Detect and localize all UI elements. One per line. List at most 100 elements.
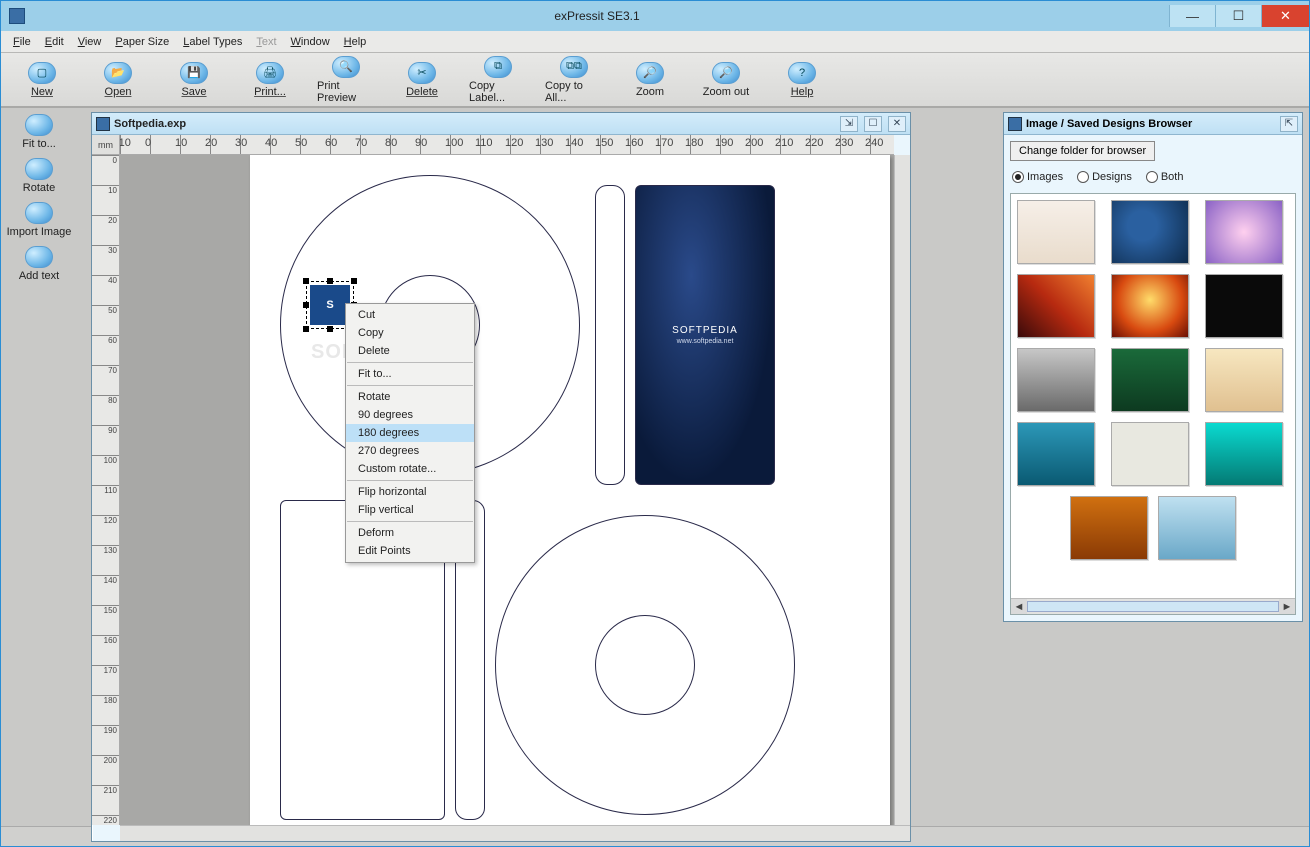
rotate-button[interactable]: Rotate [23,158,55,194]
fit-to-button[interactable]: Fit to... [22,114,56,150]
resize-handle[interactable] [327,326,333,332]
doc-vertical-scrollbar[interactable] [894,155,910,825]
menubar: File Edit View Paper Size Label Types Te… [1,31,1309,53]
copy-to-all-button[interactable]: ⧉⧉Copy to All... [545,56,603,104]
doc-minimize-button[interactable]: ⇲ [840,116,858,132]
radio-images[interactable]: Images [1012,171,1063,183]
ctx-delete[interactable]: Delete [346,342,474,360]
new-button[interactable]: ▢New [13,62,71,98]
gallery-thumb[interactable] [1070,496,1148,560]
minimize-button[interactable] [1169,5,1215,27]
resize-handle[interactable] [351,278,357,284]
change-folder-button[interactable]: Change folder for browser [1010,141,1155,161]
open-button[interactable]: 📂Open [89,62,147,98]
selected-image[interactable]: S [310,285,350,325]
gallery-thumb[interactable] [1017,348,1095,412]
delete-button[interactable]: ✂Delete [393,62,451,98]
radio-icon [1077,171,1089,183]
radio-designs[interactable]: Designs [1077,171,1132,183]
menu-paper-size[interactable]: Paper Size [109,34,175,50]
window-controls [1169,5,1309,27]
add-text-button[interactable]: Add text [19,246,59,282]
doc-close-button[interactable]: ✕ [888,116,906,132]
ctx-rotate-90[interactable]: 90 degrees [346,406,474,424]
jewel-case-inlay[interactable]: SOFTPEDIA www.softpedia.net [635,185,775,485]
ctx-edit-points[interactable]: Edit Points [346,542,474,560]
document-titlebar[interactable]: Softpedia.exp ⇲ ☐ ✕ [92,113,910,135]
gallery-thumb[interactable] [1111,422,1189,486]
menu-edit[interactable]: Edit [39,34,70,50]
gallery-thumb[interactable] [1111,200,1189,264]
menu-label-types[interactable]: Label Types [177,34,248,50]
gallery-thumb[interactable] [1111,274,1189,338]
gallery-thumb[interactable] [1205,348,1283,412]
zoom-button[interactable]: 🔎Zoom [621,62,679,98]
canvas-area[interactable]: SOFTPEDIA SOFTPEDIA www.softpedia.net [120,155,894,825]
doc-maximize-button[interactable]: ☐ [864,116,882,132]
ctx-flip-horizontal[interactable]: Flip horizontal [346,483,474,501]
gallery-thumb[interactable] [1158,496,1236,560]
gallery-thumb[interactable] [1205,274,1283,338]
help-button[interactable]: ?Help [773,62,831,98]
scroll-thumb[interactable] [1027,601,1279,612]
resize-handle[interactable] [327,278,333,284]
gallery-thumb[interactable] [1017,200,1095,264]
resize-handle[interactable] [303,278,309,284]
copy-label-button[interactable]: ⧉Copy Label... [469,56,527,104]
save-button[interactable]: 💾Save [165,62,223,98]
zoom-out-icon: 🔎 [712,62,740,84]
zoom-out-button[interactable]: 🔎Zoom out [697,62,755,98]
gallery-thumb[interactable] [1017,274,1095,338]
menu-text: Text [250,34,282,50]
spine-label-1[interactable] [595,185,625,485]
resize-handle[interactable] [303,302,309,308]
titlebar: exPressit SE3.1 [1,1,1309,31]
workspace: Fit to... Rotate Import Image Add text S… [1,108,1309,826]
gallery-thumb[interactable] [1205,422,1283,486]
menu-window[interactable]: Window [285,34,336,50]
gallery-thumb[interactable] [1111,348,1189,412]
save-icon: 💾 [180,62,208,84]
close-button[interactable] [1261,5,1309,27]
menu-file[interactable]: File [7,34,37,50]
open-icon: 📂 [104,62,132,84]
separator [347,480,473,481]
ctx-copy[interactable]: Copy [346,324,474,342]
left-toolbar: Fit to... Rotate Import Image Add text [1,108,77,826]
new-icon: ▢ [28,62,56,84]
scroll-left-icon[interactable]: ◄ [1011,599,1027,615]
ctx-rotate-270[interactable]: 270 degrees [346,442,474,460]
browser-titlebar[interactable]: Image / Saved Designs Browser ⇱ [1004,113,1302,135]
print-button[interactable]: 🖨Print... [241,62,299,98]
gallery-thumb[interactable] [1017,422,1095,486]
document-window: Softpedia.exp ⇲ ☐ ✕ mm -1001020304050607… [91,112,911,842]
ctx-flip-vertical[interactable]: Flip vertical [346,501,474,519]
print-preview-button[interactable]: 🔍Print Preview [317,56,375,104]
resize-handle[interactable] [303,326,309,332]
import-icon [25,202,53,224]
menu-view[interactable]: View [72,34,108,50]
ctx-rotate[interactable]: Rotate [346,388,474,406]
ctx-fit-to[interactable]: Fit to... [346,365,474,383]
gallery-thumb[interactable] [1205,200,1283,264]
doc-horizontal-scrollbar[interactable] [120,825,910,841]
copy-all-icon: ⧉⧉ [560,56,588,78]
browser-maximize-button[interactable]: ⇱ [1280,116,1298,132]
ctx-deform[interactable]: Deform [346,524,474,542]
import-image-button[interactable]: Import Image [7,202,72,238]
scroll-right-icon[interactable]: ► [1279,599,1295,615]
preview-icon: 🔍 [332,56,360,78]
radio-both[interactable]: Both [1146,171,1184,183]
ctx-custom-rotate[interactable]: Custom rotate... [346,460,474,478]
menu-help[interactable]: Help [338,34,373,50]
document-title: Softpedia.exp [114,118,834,130]
maximize-button[interactable] [1215,5,1261,27]
help-icon: ? [788,62,816,84]
ctx-cut[interactable]: Cut [346,306,474,324]
image-gallery: ◄ ► [1010,193,1296,615]
gallery-horizontal-scrollbar[interactable]: ◄ ► [1011,598,1295,614]
fit-icon [25,114,53,136]
ctx-rotate-180[interactable]: 180 degrees [346,424,474,442]
inlay-url-text: www.softpedia.net [677,338,734,345]
cd-label-bottom[interactable] [495,515,795,815]
